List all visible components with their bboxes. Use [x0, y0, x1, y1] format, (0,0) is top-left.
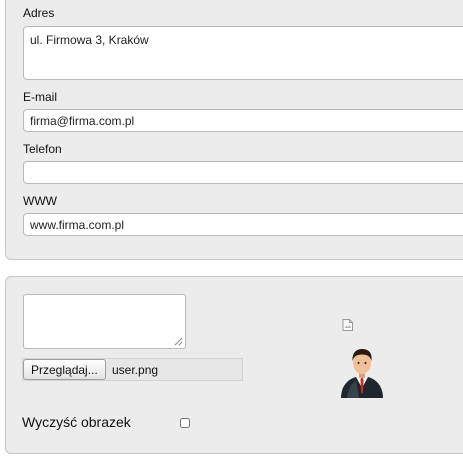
www-label: WWW — [23, 194, 57, 208]
resize-grip-icon[interactable] — [174, 337, 183, 346]
user-avatar-icon — [341, 349, 383, 398]
address-field[interactable]: ul. Firmowa 3, Kraków — [23, 26, 463, 80]
file-input[interactable]: Przeglądaj... user.png — [22, 358, 243, 381]
phone-field[interactable] — [23, 161, 463, 184]
email-label: E-mail — [23, 90, 58, 104]
browse-button[interactable]: Przeglądaj... — [23, 359, 106, 380]
email-field[interactable] — [23, 109, 463, 132]
image-description-area[interactable] — [23, 294, 186, 349]
phone-label: Telefon — [23, 142, 62, 156]
www-field[interactable] — [23, 213, 463, 236]
contact-panel: Adres ul. Firmowa 3, Kraków E-mail Telef… — [5, 0, 463, 260]
clear-image-checkbox[interactable] — [180, 418, 190, 428]
image-panel: Przeglądaj... user.png Wyczyść obrazek — [5, 276, 463, 454]
file-name: user.png — [112, 363, 159, 377]
address-label: Adres — [23, 6, 55, 20]
broken-image-icon — [342, 319, 353, 331]
clear-image-label: Wyczyść obrazek — [22, 414, 131, 430]
